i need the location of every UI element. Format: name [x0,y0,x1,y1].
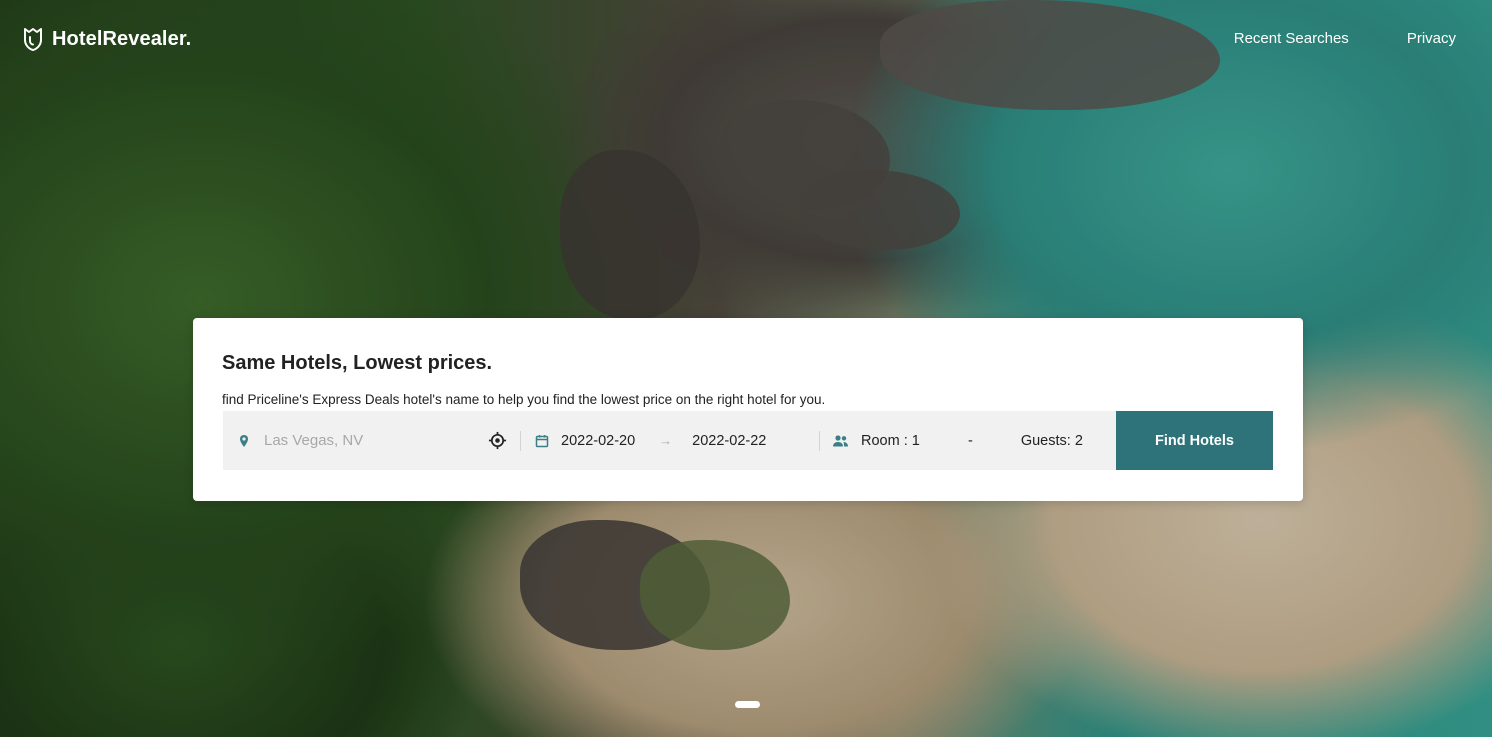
site-header: HotelRevealer. Recent Searches Privacy [0,0,1492,80]
top-nav: Recent Searches Privacy [1234,30,1456,47]
shield-logo-icon [24,28,42,51]
carousel-indicator[interactable] [735,701,760,708]
checkout-date[interactable]: 2022-02-22 [692,433,766,449]
search-bar: 2022-02-20 → 2022-02-22 Room : 1 - Guest… [223,411,1273,470]
dates-segment: 2022-02-20 → 2022-02-22 [521,411,819,470]
crosshair-icon[interactable] [488,431,507,450]
location-input[interactable] [264,432,474,449]
search-card-subtitle: find Priceline's Express Deals hotel's n… [222,392,826,407]
room-count[interactable]: Room : 1 [861,433,961,449]
checkin-date[interactable]: 2022-02-20 [561,433,635,449]
map-pin-icon [240,434,248,447]
guest-count[interactable]: Guests: 2 [1021,433,1083,449]
calendar-icon [535,434,549,447]
find-hotels-button[interactable]: Find Hotels [1116,411,1273,470]
search-card: Same Hotels, Lowest prices. find Priceli… [193,318,1303,501]
date-arrow-icon: → [659,433,673,448]
brand-logo[interactable]: HotelRevealer. [22,26,191,52]
occupancy-segment[interactable]: Room : 1 - Guests: 2 [820,411,1116,470]
nav-privacy[interactable]: Privacy [1407,30,1456,47]
nav-recent-searches[interactable]: Recent Searches [1234,30,1349,47]
search-card-title: Same Hotels, Lowest prices. [222,352,493,374]
occupancy-separator: - [968,432,973,449]
location-segment [223,411,520,470]
brand-name: HotelRevealer. [52,27,192,50]
people-icon [833,434,848,446]
